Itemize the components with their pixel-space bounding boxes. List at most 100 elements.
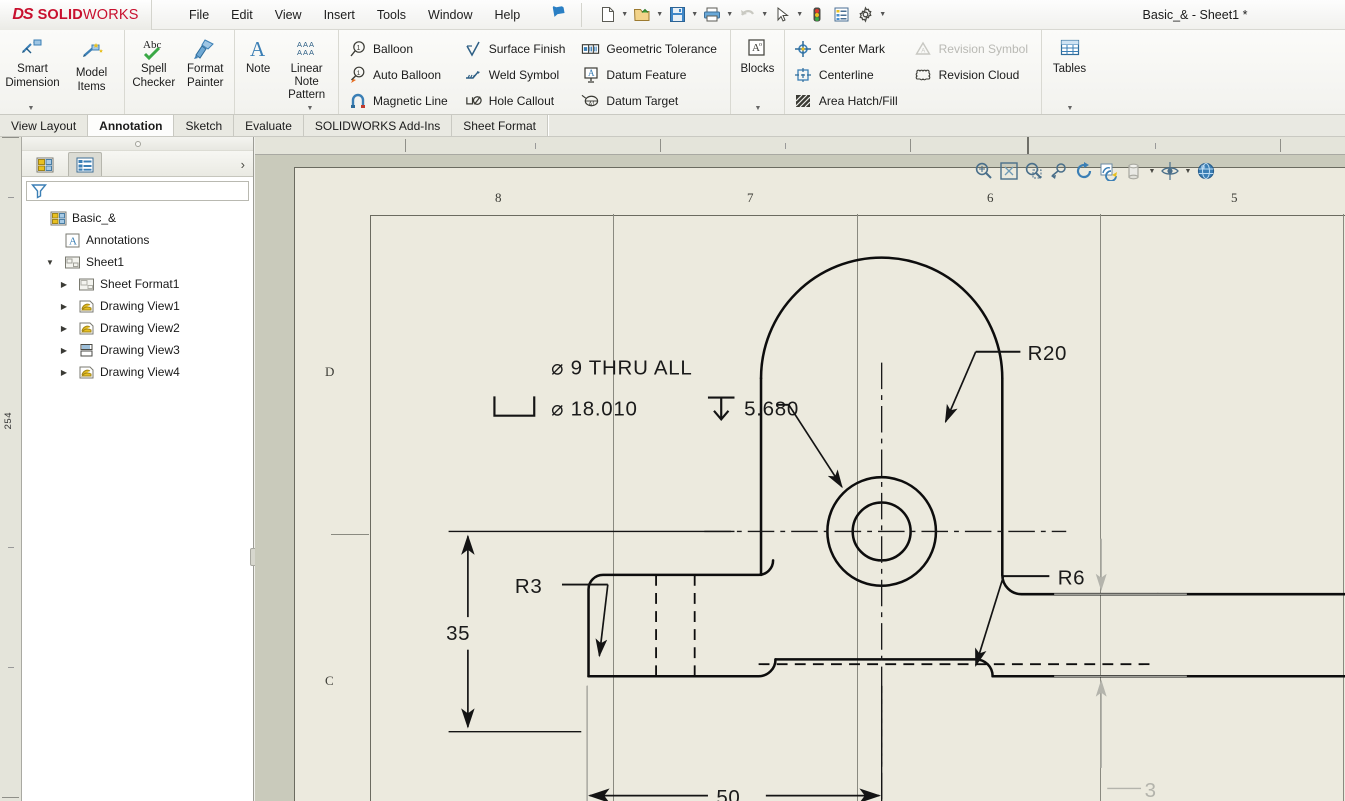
open-document-caret-icon[interactable]: ▼ — [655, 11, 664, 18]
tree-root-label: Basic_& — [72, 211, 116, 225]
tree-node-drawing-view4[interactable]: ▶ Drawing View4 — [28, 361, 253, 383]
menu-view[interactable]: View — [264, 4, 313, 26]
save-button[interactable] — [666, 4, 688, 26]
tree-node-drawing-view3[interactable]: ▶ Drawing View3 — [28, 339, 253, 361]
undo-button[interactable] — [736, 4, 758, 26]
options-list-button[interactable] — [830, 4, 852, 26]
tab-view-layout[interactable]: View Layout — [0, 115, 88, 136]
tab-feature-manager[interactable] — [28, 152, 62, 176]
dimension-group-expand-caret-icon[interactable]: ▼ — [0, 105, 62, 112]
magnetic-line-button[interactable]: Magnetic Line — [346, 88, 454, 114]
settings-caret-icon[interactable]: ▼ — [878, 11, 887, 18]
revision-cloud-button[interactable]: Revision Cloud — [912, 62, 1034, 88]
tables-button[interactable]: Tables — [1045, 32, 1094, 76]
pin-icon[interactable] — [545, 2, 570, 28]
magnetic-line-icon — [348, 92, 367, 111]
print-button[interactable] — [701, 4, 723, 26]
twisty-right-icon[interactable]: ▶ — [56, 346, 72, 355]
rebuild-button[interactable] — [806, 4, 828, 26]
tree-node-sheet1[interactable]: ▼ Sheet1 — [28, 251, 253, 273]
balloon-button[interactable]: 1 Balloon — [346, 36, 454, 62]
menu-insert[interactable]: Insert — [313, 4, 366, 26]
zoom-to-area-button[interactable] — [998, 160, 1020, 182]
note-group-expand-caret-icon[interactable]: ▼ — [279, 105, 341, 112]
menu-window[interactable]: Window — [417, 4, 483, 26]
solidworks-logo[interactable]: DS SOLIDWORKS — [0, 0, 152, 30]
chevron-right-icon[interactable]: › — [241, 157, 245, 172]
settings-button[interactable] — [854, 4, 876, 26]
horizontal-ruler[interactable] — [255, 137, 1345, 155]
svg-text:A: A — [588, 68, 595, 78]
hide-show-caret-icon[interactable]: ▼ — [1184, 168, 1192, 175]
hole-callout-button[interactable]: Hole Callout — [462, 88, 572, 114]
panel-grip-handle[interactable] — [22, 137, 253, 151]
menu-tools[interactable]: Tools — [366, 4, 417, 26]
twisty-right-icon[interactable]: ▶ — [56, 368, 72, 377]
tab-property-manager[interactable] — [68, 152, 102, 176]
new-document-button[interactable] — [596, 4, 618, 26]
tree-node-drawing-view2[interactable]: ▶ Drawing View2 — [28, 317, 253, 339]
revision-symbol-button[interactable]: A Revision Symbol — [912, 36, 1034, 62]
twisty-down-icon[interactable]: ▼ — [42, 258, 58, 267]
smart-dimension-button[interactable]: Smart Dimension — [3, 32, 62, 89]
open-document-button[interactable] — [631, 4, 653, 26]
tables-group-expand-caret-icon[interactable]: ▼ — [1042, 105, 1098, 112]
spell-checker-button[interactable]: Abc Spell Checker — [128, 32, 180, 89]
tab-sketch[interactable]: Sketch — [174, 115, 234, 136]
datum-feature-button[interactable]: A Datum Feature — [579, 62, 723, 88]
area-hatch-fill-button[interactable]: Area Hatch/Fill — [792, 88, 904, 114]
feature-filter-input[interactable] — [26, 181, 249, 201]
blocks-group-expand-caret-icon[interactable]: ▼ — [731, 105, 785, 112]
tab-solidworks-add-ins[interactable]: SOLIDWORKS Add-Ins — [304, 115, 452, 136]
select-button[interactable] — [771, 4, 793, 26]
menu-edit[interactable]: Edit — [220, 4, 264, 26]
twisty-right-icon[interactable]: ▶ — [56, 302, 72, 311]
previous-view-button[interactable] — [1048, 160, 1070, 182]
auto-balloon-button[interactable]: 1 Auto Balloon — [346, 62, 454, 88]
drawing-view-icon — [77, 320, 95, 336]
new-document-caret-icon[interactable]: ▼ — [620, 11, 629, 18]
save-caret-icon[interactable]: ▼ — [690, 11, 699, 18]
zone-letter-D: D — [325, 364, 334, 380]
format-painter-button[interactable]: Format Painter — [180, 32, 232, 89]
display-style-button[interactable] — [1123, 160, 1145, 182]
tab-sheet-format[interactable]: Sheet Format — [452, 115, 548, 136]
surface-finish-button[interactable]: Surface Finish — [462, 36, 572, 62]
hide-show-items-button[interactable] — [1159, 160, 1181, 182]
menu-help[interactable]: Help — [484, 4, 532, 26]
svg-text:A1: A1 — [589, 102, 595, 108]
zone-number-6: 6 — [987, 190, 994, 206]
blocks-button[interactable]: Ao Blocks — [734, 32, 781, 76]
tree-node-drawing-view1[interactable]: ▶ Drawing View1 — [28, 295, 253, 317]
dimension-group: Smart Dimension Model Items ▼ — [0, 30, 124, 114]
display-style-caret-icon[interactable]: ▼ — [1148, 168, 1156, 175]
print-caret-icon[interactable]: ▼ — [725, 11, 734, 18]
rotate-view-button[interactable] — [1073, 160, 1095, 182]
menu-file[interactable]: File — [178, 4, 220, 26]
update-view-button[interactable] — [1098, 160, 1120, 182]
linear-note-pattern-button[interactable]: AAAAAA Linear Note Pattern — [278, 32, 335, 102]
centerline-button[interactable]: Centerline — [792, 62, 904, 88]
tab-evaluate[interactable]: Evaluate — [234, 115, 304, 136]
tree-node-annotations[interactable]: A Annotations — [28, 229, 253, 251]
format-painter-icon — [192, 36, 218, 62]
drawing-sheet[interactable]: 8 7 6 5 D C — [295, 168, 1345, 801]
undo-caret-icon[interactable]: ▼ — [760, 11, 769, 18]
vertical-ruler[interactable]: 254 — [0, 137, 22, 801]
weld-symbol-button[interactable]: Weld Symbol — [462, 62, 572, 88]
tab-annotation[interactable]: Annotation — [88, 115, 174, 136]
model-items-button[interactable]: Model Items — [62, 32, 121, 93]
center-mark-button[interactable]: Center Mark — [792, 36, 904, 62]
geometric-tolerance-button[interactable]: Geometric Tolerance — [579, 36, 723, 62]
zoom-in-out-button[interactable] — [1023, 160, 1045, 182]
graphics-area[interactable]: ▼ ▼ 8 7 6 5 D C — [255, 137, 1345, 801]
apply-scene-button[interactable] — [1195, 160, 1217, 182]
select-caret-icon[interactable]: ▼ — [795, 11, 804, 18]
zoom-to-fit-button[interactable] — [973, 160, 995, 182]
twisty-right-icon[interactable]: ▶ — [56, 280, 72, 289]
tree-node-sheet-format1[interactable]: ▶ Sheet Format1 — [28, 273, 253, 295]
tree-root-node[interactable]: Basic_& — [28, 207, 253, 229]
note-button[interactable]: A Note — [238, 32, 278, 76]
datum-target-button[interactable]: A1 Datum Target — [579, 88, 723, 114]
twisty-right-icon[interactable]: ▶ — [56, 324, 72, 333]
